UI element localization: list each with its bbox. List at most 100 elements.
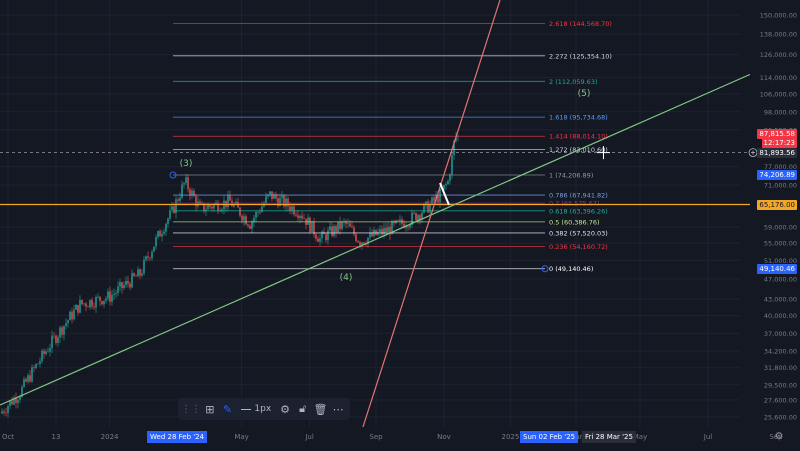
templates-icon[interactable]: ⊞ bbox=[202, 400, 218, 418]
candle-body bbox=[109, 291, 111, 302]
candle-body bbox=[185, 177, 187, 183]
candle-body bbox=[381, 229, 383, 235]
candle-body bbox=[59, 327, 61, 338]
price-axis-tag: 81,893.56 bbox=[757, 147, 797, 158]
candle-body bbox=[337, 221, 339, 233]
candle-body bbox=[91, 300, 93, 307]
time-tick-label: Nov bbox=[437, 433, 451, 441]
candle-body bbox=[173, 206, 175, 214]
price-tick-label: 34,200.00 bbox=[764, 348, 797, 356]
price-tick-label: 59,000.00 bbox=[764, 224, 797, 232]
drag-handle-icon[interactable]: ⋮⋮ bbox=[181, 400, 201, 418]
candle-body bbox=[153, 246, 155, 252]
fib-level-label: 0.382 (57,520.03) bbox=[549, 229, 608, 237]
time-axis-tag: Sun 02 Feb '25 bbox=[520, 431, 579, 443]
price-tick-label: 71,000.00 bbox=[764, 182, 797, 190]
candle-body bbox=[449, 174, 451, 181]
candle-body bbox=[157, 231, 159, 238]
candle-body bbox=[351, 226, 353, 228]
time-tick-label: 13 bbox=[52, 433, 61, 441]
candle-body bbox=[41, 350, 43, 362]
price-tick-label: 37,000.00 bbox=[764, 330, 797, 338]
price-tick-label: 40,000.00 bbox=[764, 312, 797, 320]
candle-body bbox=[349, 223, 351, 227]
drawing-floating-toolbar[interactable]: ⋮⋮ ⊞ ✎ 1px ⚙ 🔓︎ 🗑︎ ⋯ bbox=[178, 398, 350, 420]
candle-body bbox=[29, 375, 31, 382]
time-tick-label: Sep bbox=[369, 433, 383, 441]
candle-body bbox=[65, 323, 67, 326]
candle-body bbox=[187, 177, 189, 190]
price-tick-label: 55,000.00 bbox=[764, 240, 797, 248]
candle-body bbox=[1, 411, 3, 414]
wave-label: (3) bbox=[180, 159, 193, 169]
candle-body bbox=[379, 229, 381, 232]
candle-body bbox=[413, 212, 415, 214]
candle-body bbox=[397, 220, 399, 221]
candle-body bbox=[103, 300, 105, 305]
candle-body bbox=[71, 311, 73, 320]
price-tick-label: 106,000.00 bbox=[760, 90, 797, 98]
candle-body bbox=[43, 350, 45, 355]
candle-body bbox=[363, 242, 365, 244]
candle-body bbox=[85, 303, 87, 307]
candle-body bbox=[9, 400, 11, 407]
candle-body bbox=[53, 335, 55, 337]
pencil-icon[interactable]: ✎ bbox=[220, 400, 236, 418]
candle-body bbox=[145, 256, 147, 260]
candle-body bbox=[117, 286, 119, 293]
candle-body bbox=[299, 215, 301, 218]
candle-body bbox=[419, 215, 421, 220]
candle-body bbox=[303, 218, 305, 219]
price-tick-label: 29,500.00 bbox=[764, 381, 797, 389]
candle-body bbox=[63, 325, 65, 335]
candle-body bbox=[433, 197, 435, 201]
candle-body bbox=[307, 217, 309, 226]
candle-body bbox=[169, 210, 171, 219]
candle-body bbox=[121, 282, 123, 289]
more-icon[interactable]: ⋯ bbox=[330, 400, 346, 418]
candle-body bbox=[125, 280, 127, 285]
candle-body bbox=[243, 216, 245, 221]
price-tick-label: 31,800.00 bbox=[764, 364, 797, 372]
fib-level-label: 1 (74,206.89) bbox=[549, 172, 593, 180]
candle-body bbox=[61, 327, 63, 335]
candle-body bbox=[289, 206, 291, 211]
candle-body bbox=[113, 293, 115, 295]
candle-body bbox=[331, 226, 333, 236]
candle-body bbox=[183, 182, 185, 185]
candle-body bbox=[375, 229, 377, 235]
time-axis[interactable]: Oct132024MayJulSepNov2025MarMayJulSep bbox=[0, 427, 800, 447]
candle-body bbox=[297, 215, 299, 218]
candle-body bbox=[77, 304, 79, 313]
candle-body bbox=[399, 219, 401, 221]
price-chart[interactable]: 2.618 (144,568.70) 2.272 (125,354.10) 2 (1… bbox=[0, 0, 800, 447]
candle-body bbox=[37, 363, 39, 365]
candle-body bbox=[119, 282, 121, 287]
candle-body bbox=[313, 221, 315, 235]
candle-body bbox=[355, 234, 357, 242]
price-tick-label: 47,000.00 bbox=[764, 275, 797, 283]
candle-body bbox=[141, 273, 143, 276]
candle-body bbox=[27, 375, 29, 382]
candle-body bbox=[265, 196, 267, 204]
candle-body bbox=[445, 183, 447, 185]
candle-body bbox=[93, 306, 95, 308]
gear-icon[interactable]: ⚙ bbox=[773, 431, 785, 443]
candle-body bbox=[311, 221, 313, 232]
settings-icon[interactable]: ⚙ bbox=[277, 400, 293, 418]
lock-icon[interactable]: 🔓︎ bbox=[295, 400, 311, 418]
candle-body bbox=[333, 226, 335, 236]
price-axis[interactable]: 150,000.00 138,000.00 126,000.00 114,000.00… bbox=[750, 0, 800, 427]
fib-level-label: 1.618 (95,734.68) bbox=[549, 114, 608, 122]
time-tick-label: Jul bbox=[304, 433, 314, 441]
candle-body bbox=[139, 269, 141, 276]
candle-body bbox=[377, 231, 379, 235]
chart-workspace[interactable]: 2.618 (144,568.70) 2.272 (125,354.10) 2 (1… bbox=[0, 0, 800, 447]
candle-body bbox=[291, 206, 293, 211]
trash-icon[interactable]: 🗑︎ bbox=[313, 400, 329, 418]
fib-level-label: 0 (49,140.46) bbox=[549, 265, 593, 273]
candle-body bbox=[19, 396, 21, 400]
line-width-button[interactable]: 1px bbox=[237, 404, 275, 414]
candle-body bbox=[167, 218, 169, 224]
candle-body bbox=[285, 198, 287, 207]
